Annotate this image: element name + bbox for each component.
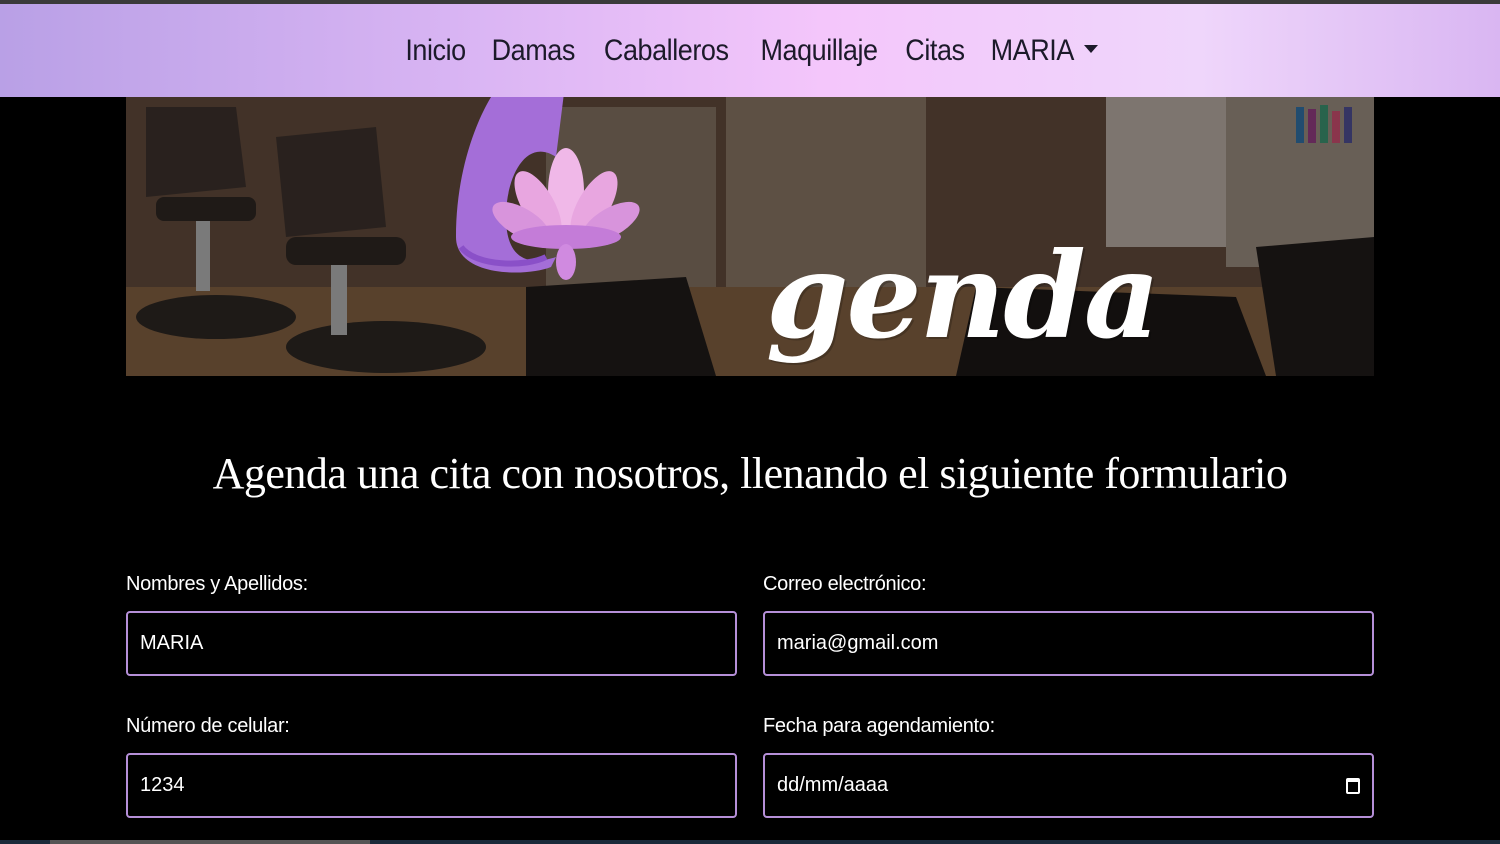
- nav-link-damas[interactable]: Damas: [491, 34, 575, 68]
- name-value: MARIA: [140, 632, 204, 654]
- caret-down-icon: [1084, 44, 1099, 53]
- navbar: Inicio Damas Caballeros Maquillaje Citas…: [0, 4, 1500, 97]
- calendar-icon[interactable]: [1346, 777, 1360, 794]
- nav-link-citas[interactable]: Citas: [905, 34, 965, 68]
- salon-background-image: [126, 97, 1374, 376]
- nav-link-maquillaje[interactable]: Maquillaje: [760, 34, 878, 68]
- phone-label: Número de celular:: [126, 715, 290, 737]
- nav-menu: Inicio Damas Caballeros Maquillaje Citas…: [402, 34, 1099, 68]
- user-menu-label: MARIA: [990, 33, 1074, 67]
- name-input[interactable]: MARIA: [126, 611, 737, 676]
- logo-text: genda: [766, 226, 1160, 365]
- date-input[interactable]: dd/mm/aaaa: [763, 753, 1374, 818]
- taskbar-segment: [50, 840, 370, 844]
- date-label: Fecha para agendamiento:: [763, 715, 995, 737]
- email-label: Correo electrónico:: [763, 573, 927, 595]
- hero-banner: genda: [126, 97, 1374, 376]
- nav-link-inicio[interactable]: Inicio: [405, 34, 466, 68]
- user-dropdown[interactable]: MARIA: [986, 34, 1099, 68]
- date-placeholder: dd/mm/aaaa: [777, 774, 889, 796]
- phone-input[interactable]: 1234: [126, 753, 737, 818]
- phone-value: 1234: [140, 774, 185, 796]
- page-title: Agenda una cita con nosotros, llenando e…: [212, 449, 1288, 498]
- email-value: maria@gmail.com: [777, 632, 939, 654]
- email-input[interactable]: maria@gmail.com: [763, 611, 1374, 676]
- nav-link-caballeros[interactable]: Caballeros: [604, 34, 729, 68]
- name-label: Nombres y Apellidos:: [126, 573, 308, 595]
